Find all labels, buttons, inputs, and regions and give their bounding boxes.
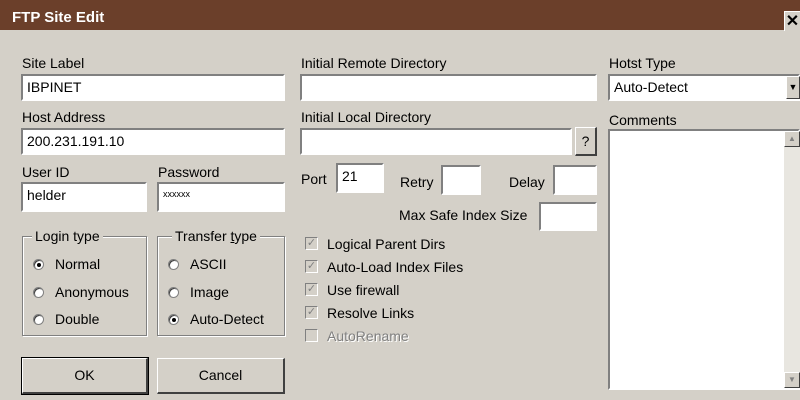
comments-label: Comments xyxy=(609,112,677,128)
site-label-input[interactable]: IBPINET xyxy=(21,74,285,101)
host-type-select[interactable]: Auto-Detect xyxy=(608,74,800,101)
title-bar: FTP Site Edit xyxy=(0,0,800,30)
user-id-input[interactable]: helder xyxy=(21,182,147,212)
transfer-type-radio-0[interactable] xyxy=(168,259,179,270)
retry-label: Retry xyxy=(400,174,434,190)
checkbox-label[interactable]: Resolve Links xyxy=(327,305,414,321)
login-type-radio-1[interactable] xyxy=(33,287,44,298)
transfer-type-option-label[interactable]: ASCII xyxy=(190,256,227,272)
max-safe-index-input[interactable] xyxy=(539,202,597,231)
checkbox-1[interactable]: ✓ xyxy=(305,260,318,273)
browse-local-dir-button[interactable]: ? xyxy=(575,127,597,156)
checkbox-0[interactable]: ✓ xyxy=(305,237,318,250)
initial-local-dir-input[interactable] xyxy=(300,128,572,155)
ok-button[interactable]: OK xyxy=(21,357,149,395)
close-icon[interactable]: ✕ xyxy=(784,11,800,31)
transfer-type-option-label[interactable]: Auto-Detect xyxy=(190,311,264,327)
user-id-label: User ID xyxy=(22,164,70,180)
host-address-input[interactable]: 200.231.191.10 xyxy=(21,128,285,155)
transfer-type-radio-1[interactable] xyxy=(168,287,179,298)
login-type-option-label[interactable]: Normal xyxy=(55,256,100,272)
scroll-up-icon[interactable]: ▲ xyxy=(784,131,800,147)
scroll-down-icon[interactable]: ▼ xyxy=(784,372,800,388)
checkbox-4[interactable] xyxy=(305,329,318,342)
delay-label: Delay xyxy=(509,174,545,190)
login-type-option-label[interactable]: Double xyxy=(55,311,99,327)
checkbox-label[interactable]: AutoRename xyxy=(327,328,409,344)
initial-remote-dir-input[interactable] xyxy=(300,74,597,101)
transfer-type-legend: Transfer type xyxy=(172,228,260,244)
login-type-legend: Login type xyxy=(32,228,103,244)
login-type-radio-0[interactable] xyxy=(33,259,44,270)
site-label-label: Site Label xyxy=(22,55,85,71)
comments-scrollbar[interactable] xyxy=(784,131,800,388)
transfer-type-option-label[interactable]: Image xyxy=(190,284,229,300)
password-input[interactable]: xxxxxx xyxy=(157,182,285,212)
initial-local-dir-label: Initial Local Directory xyxy=(301,109,431,125)
retry-input[interactable] xyxy=(441,165,481,195)
checkbox-3[interactable]: ✓ xyxy=(305,306,318,319)
login-type-radio-2[interactable] xyxy=(33,314,44,325)
window-title: FTP Site Edit xyxy=(12,9,105,26)
host-type-value: Auto-Detect xyxy=(614,79,688,95)
checkbox-label[interactable]: Auto-Load Index Files xyxy=(327,259,463,275)
port-label: Port xyxy=(301,171,327,187)
dropdown-arrow-icon[interactable]: ▼ xyxy=(786,76,800,99)
host-address-label: Host Address xyxy=(22,109,106,125)
initial-remote-dir-label: Initial Remote Directory xyxy=(301,55,447,71)
host-type-label: Hotst Type xyxy=(609,55,676,71)
password-label: Password xyxy=(158,164,220,180)
comments-textarea[interactable] xyxy=(608,129,800,390)
max-safe-index-label: Max Safe Index Size xyxy=(399,207,528,223)
login-type-option-label[interactable]: Anonymous xyxy=(55,284,129,300)
delay-input[interactable] xyxy=(553,165,597,195)
checkbox-2[interactable]: ✓ xyxy=(305,283,318,296)
checkbox-label[interactable]: Use firewall xyxy=(327,282,399,298)
port-input[interactable]: 21 xyxy=(336,163,384,193)
checkbox-label[interactable]: Logical Parent Dirs xyxy=(327,236,445,252)
transfer-type-radio-2[interactable] xyxy=(168,314,179,325)
cancel-button[interactable]: Cancel xyxy=(157,358,285,394)
